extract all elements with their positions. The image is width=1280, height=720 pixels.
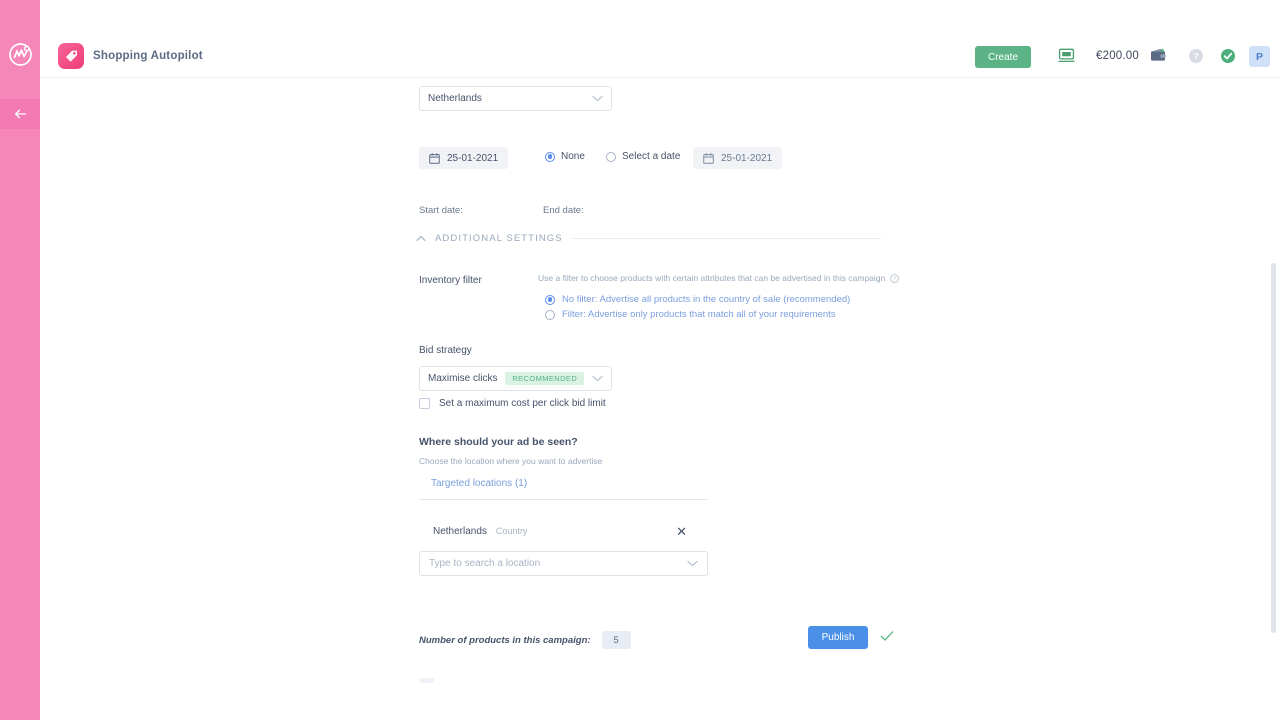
scrollbar-track[interactable] <box>1266 78 1280 720</box>
section-divider <box>571 238 881 239</box>
svg-text:?: ? <box>1193 51 1199 61</box>
app-title: Shopping Autopilot <box>93 50 203 62</box>
inventory-filter-description: Use a filter to choose products with cer… <box>538 273 886 283</box>
radio-indicator <box>545 309 555 320</box>
back-button[interactable] <box>0 99 40 129</box>
partial-element-below-fold <box>420 678 434 683</box>
product-count-label: Number of products in this campaign: <box>419 634 591 646</box>
question-circle-icon: ? <box>890 273 900 283</box>
location-search-input[interactable]: Type to search a location <box>419 551 708 576</box>
additional-settings-header[interactable]: ADDITIONAL SETTINGS <box>416 233 881 244</box>
radio-indicator <box>606 151 616 162</box>
max-cpc-checkbox[interactable] <box>419 398 430 409</box>
start-date-label: Start date: <box>419 205 463 216</box>
end-date-value: 25-01-2021 <box>721 152 773 164</box>
calendar-icon <box>429 152 440 164</box>
end-date-field[interactable]: 25-01-2021 <box>693 147 783 169</box>
close-icon[interactable]: ✕ <box>676 525 687 538</box>
create-button[interactable]: Create <box>975 46 1031 68</box>
bid-strategy-select[interactable]: Maximise clicks RECOMMENDED <box>419 366 612 391</box>
additional-settings-title: ADDITIONAL SETTINGS <box>435 233 563 244</box>
check-icon <box>880 629 894 647</box>
inventory-filter-description-row: Use a filter to choose products with cer… <box>538 273 900 283</box>
location-name: Netherlands <box>433 525 487 537</box>
locations-subtitle: Choose the location where you want to ad… <box>419 456 603 466</box>
bid-strategy-value: Maximise clicks <box>428 373 498 384</box>
start-date-field[interactable]: 25-01-2021 <box>419 147 509 169</box>
check-circle-icon[interactable] <box>1220 48 1236 69</box>
max-cpc-checkbox-row[interactable]: Set a maximum cost per click bid limit <box>419 398 606 409</box>
end-date-select-radio[interactable]: Select a date <box>606 151 680 162</box>
account-balance: €200.00 <box>1096 50 1139 62</box>
inventory-filter-option-label: No filter: Advertise all products in the… <box>562 294 851 305</box>
country-select-value: Netherlands <box>428 93 482 104</box>
monitor-icon[interactable] <box>1058 48 1075 68</box>
location-type: Country <box>495 526 528 536</box>
location-search-placeholder: Type to search a location <box>429 558 541 569</box>
end-date-none-radio[interactable]: None <box>545 151 585 162</box>
country-select[interactable]: Netherlands <box>419 86 612 111</box>
tab-targeted-locations[interactable]: Targeted locations (1) <box>431 478 527 489</box>
price-tag-icon <box>58 43 84 69</box>
arrow-left-icon <box>14 109 26 119</box>
radio-indicator <box>545 294 555 305</box>
locations-title: Where should your ad be seen? <box>419 436 578 448</box>
inventory-filter-label: Inventory filter <box>419 275 482 286</box>
locations-divider <box>419 499 708 500</box>
monogram-logo-icon[interactable] <box>7 41 34 68</box>
end-date-none-label: None <box>561 151 585 162</box>
chevron-up-icon <box>416 235 426 241</box>
end-date-select-label: Select a date <box>622 151 681 162</box>
chevron-down-icon <box>592 375 603 382</box>
inventory-filter-option-no-filter[interactable]: No filter: Advertise all products in the… <box>545 294 850 305</box>
list-item: Netherlands Country ✕ <box>433 520 687 542</box>
avatar[interactable]: P <box>1249 46 1270 67</box>
product-count-value: 5 <box>601 631 631 649</box>
recommended-badge: RECOMMENDED <box>505 372 584 385</box>
chevron-down-icon <box>592 95 603 102</box>
scrollbar-thumb[interactable] <box>1271 263 1276 633</box>
product-count-row: Number of products in this campaign: 5 <box>419 631 631 649</box>
svg-text:?: ? <box>893 276 896 282</box>
left-rail <box>0 0 40 720</box>
help-icon[interactable]: ? <box>1188 48 1204 69</box>
max-cpc-label: Set a maximum cost per click bid limit <box>439 398 606 409</box>
chevron-down-icon <box>687 560 698 567</box>
inventory-filter-option-filter[interactable]: Filter: Advertise only products that mat… <box>545 309 836 320</box>
end-date-label: End date: <box>543 205 584 216</box>
radio-indicator <box>545 151 555 162</box>
bid-strategy-label: Bid strategy <box>419 345 472 356</box>
main-content: Netherlands Start date: End date: 25-01-… <box>40 78 1280 720</box>
start-date-value: 25-01-2021 <box>447 152 499 164</box>
wallet-icon[interactable] <box>1150 48 1166 67</box>
publish-button[interactable]: Publish <box>808 626 868 649</box>
inventory-filter-option-label: Filter: Advertise only products that mat… <box>562 309 836 320</box>
top-header: Shopping Autopilot Create €200.00 ? P <box>40 0 1280 78</box>
calendar-icon <box>703 152 714 164</box>
